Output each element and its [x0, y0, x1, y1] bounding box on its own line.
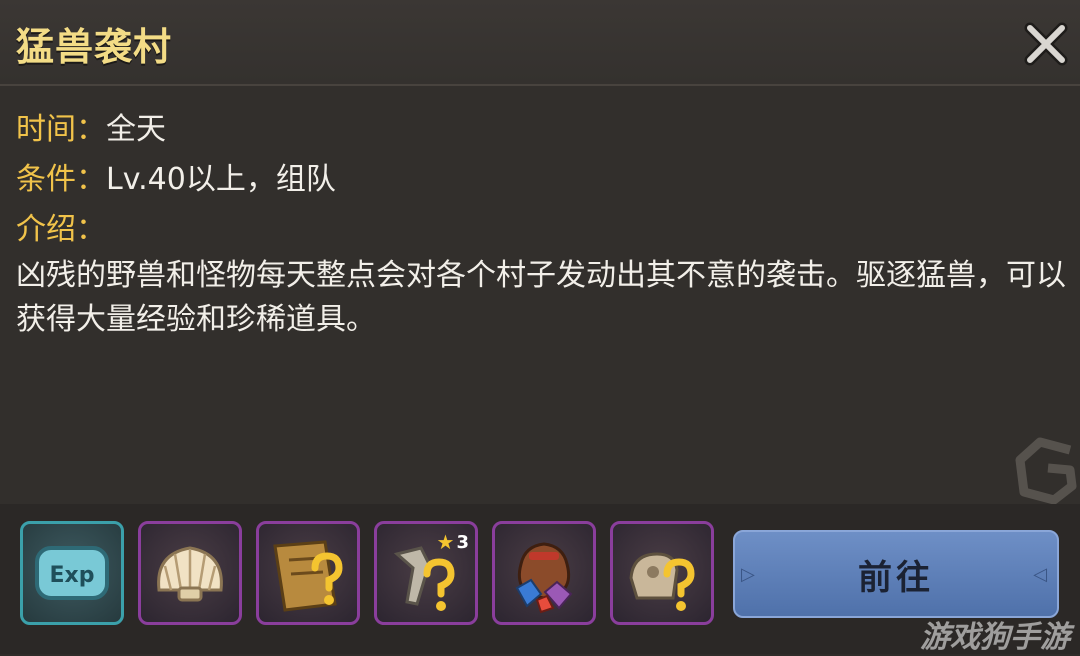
left-arrow-icon: ▷ — [741, 564, 759, 585]
mystery-scroll-icon — [273, 540, 343, 612]
time-value: 全天 — [106, 112, 166, 147]
close-icon[interactable] — [1022, 20, 1070, 68]
reward-slot-weapon[interactable]: ★ 3 — [374, 521, 478, 625]
event-panel: 猛兽袭村 时间：全天 条件：Lv.40以上，组队 介绍： 凶残的野兽和怪物每天整… — [0, 0, 1080, 655]
star-icon: ★ — [436, 530, 455, 554]
mystery-item-icon — [629, 552, 695, 611]
logo-watermark-icon — [1010, 430, 1080, 510]
time-label: 时间： — [16, 112, 106, 147]
condition-row: 条件：Lv.40以上，组队 — [16, 154, 336, 198]
intro-label: 介绍： — [16, 212, 106, 247]
event-description: 凶残的野兽和怪物每天整点会对各个村子发动出其不意的袭击。驱逐猛兽，可以获得大量经… — [16, 258, 1066, 337]
shell-icon — [157, 546, 223, 602]
exp-icon: Exp — [35, 546, 109, 600]
reward-slot-gem-bag[interactable] — [492, 521, 596, 625]
condition-label: 条件： — [16, 162, 106, 197]
gem-bag-icon — [515, 542, 573, 614]
panel-title: 猛兽袭村 — [16, 25, 173, 69]
condition-value: Lv.40以上，组队 — [106, 162, 336, 197]
go-button[interactable]: ▷ 前往 ◁ — [733, 530, 1059, 618]
star-badge: ★ 3 — [437, 530, 469, 554]
go-button-label: 前往 — [858, 557, 934, 598]
title-bar: 猛兽袭村 — [0, 0, 1080, 86]
intro-row: 介绍： — [16, 204, 106, 248]
time-row: 时间：全天 — [16, 104, 166, 148]
site-watermark: 游戏狗手游 — [920, 620, 1070, 655]
star-count: 3 — [456, 531, 469, 553]
reward-slot-shell[interactable] — [138, 521, 242, 625]
reward-slot-scroll[interactable] — [256, 521, 360, 625]
exp-icon-text: Exp — [50, 563, 95, 588]
reward-slot-exp[interactable]: Exp — [20, 521, 124, 625]
right-arrow-icon: ◁ — [1033, 564, 1051, 585]
reward-slot-item[interactable] — [610, 521, 714, 625]
